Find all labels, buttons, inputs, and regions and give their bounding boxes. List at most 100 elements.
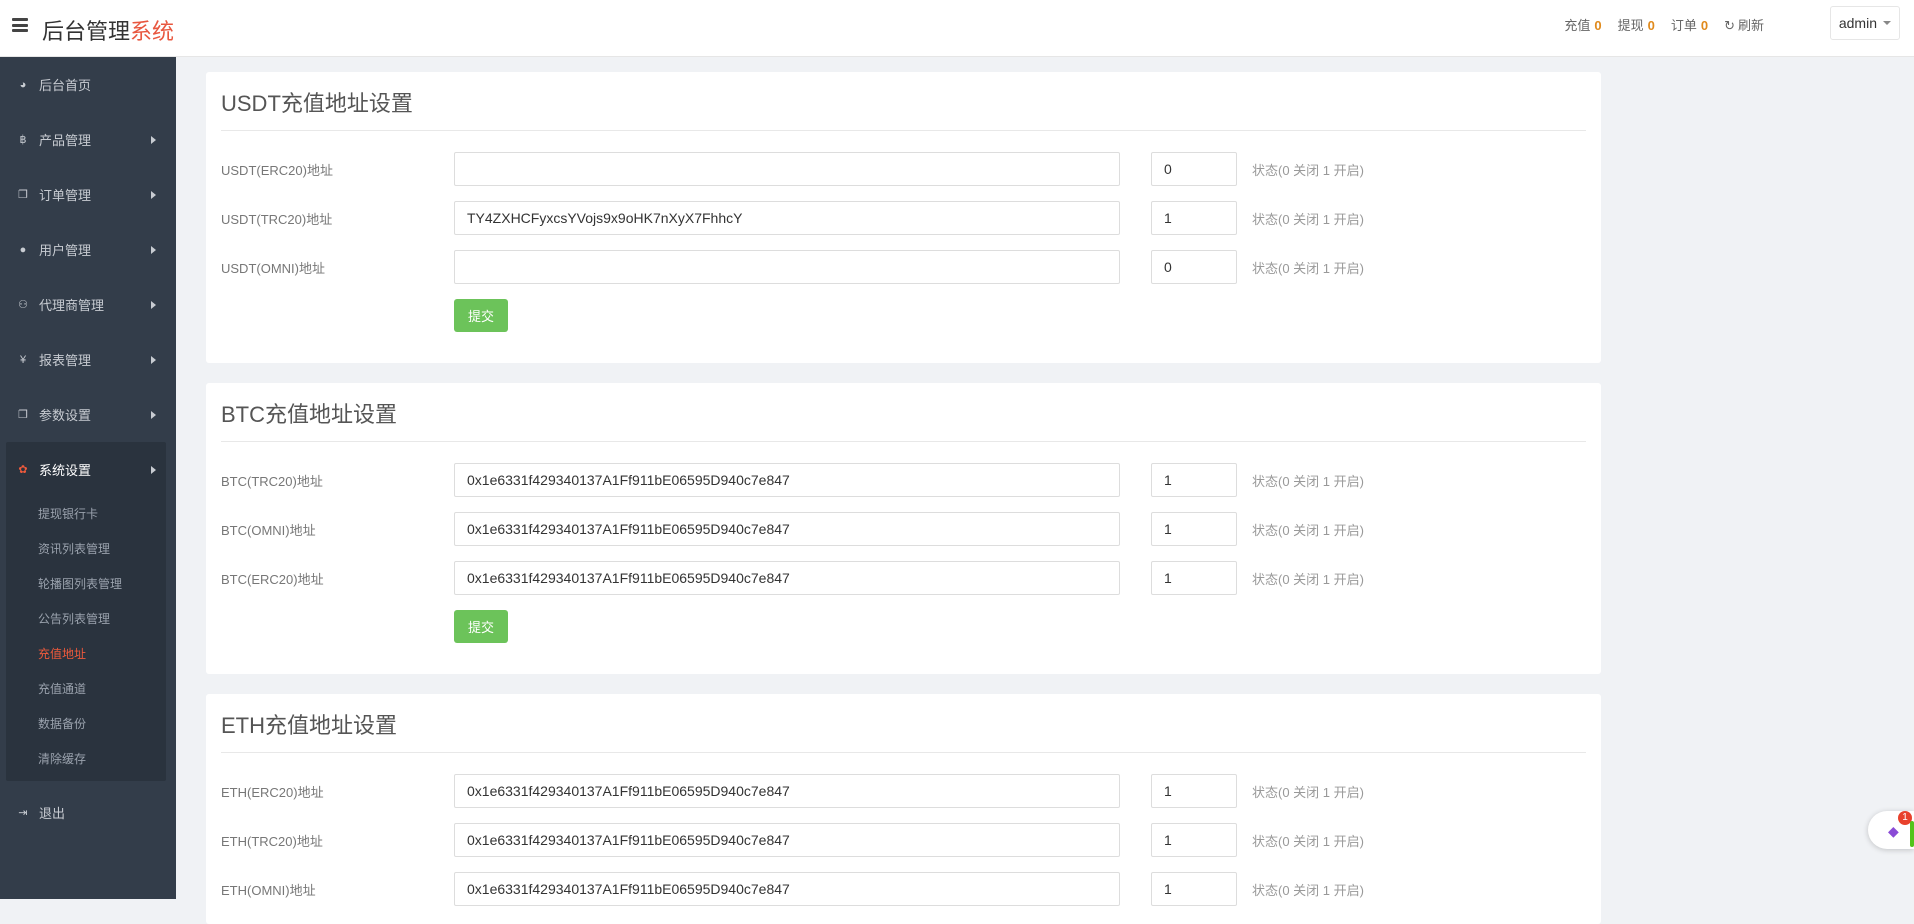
divider <box>221 441 1586 442</box>
stat-orders[interactable]: 订单 0 <box>1671 15 1708 34</box>
status-hint: 状态(0 关闭 1 开启) <box>1252 163 1364 178</box>
sidebar-item-users[interactable]: ● 用户管理 <box>0 222 176 277</box>
address-input[interactable] <box>454 872 1120 906</box>
sidebar-item-orders[interactable]: ❐ 订单管理 <box>0 167 176 222</box>
status-input[interactable] <box>1151 774 1237 808</box>
widget-indicator <box>1910 821 1914 847</box>
chevron-right-icon <box>151 191 156 199</box>
sign-out-icon: ⇥ <box>18 807 28 819</box>
sidebar-item-label: 代理商管理 <box>39 298 105 313</box>
dashboard-icon: ◕ <box>19 78 27 91</box>
submenu-item[interactable]: 提现银行卡 <box>6 497 166 532</box>
sidebar-item-label: 产品管理 <box>39 133 92 148</box>
chevron-right-icon <box>151 136 156 144</box>
address-input[interactable] <box>454 463 1120 497</box>
address-row: BTC(OMNI)地址 状态(0 关闭 1 开启) <box>206 512 1601 546</box>
submenu-item[interactable]: 资讯列表管理 <box>6 532 166 567</box>
status-hint: 状态(0 关闭 1 开启) <box>1252 834 1364 849</box>
floating-helper-widget[interactable]: ◆ 1 <box>1868 811 1914 849</box>
submit-button[interactable]: 提交 <box>454 299 508 332</box>
status-input[interactable] <box>1151 872 1237 906</box>
address-input[interactable] <box>454 250 1120 284</box>
divider <box>221 752 1586 753</box>
status-input[interactable] <box>1151 463 1237 497</box>
header-stats: 充值 0 提现 0 订单 0 ↻ 刷新 <box>1564 15 1764 34</box>
brand-title: 后台管理系统 <box>42 14 174 46</box>
address-row: ETH(OMNI)地址 状态(0 关闭 1 开启) <box>206 872 1601 906</box>
address-row: BTC(ERC20)地址 状态(0 关闭 1 开启) <box>206 561 1601 595</box>
status-input[interactable] <box>1151 201 1237 235</box>
section-title: ETH充值地址设置 <box>221 713 398 738</box>
sidebar-item-system-settings[interactable]: ✿ 系统设置 <box>6 442 166 497</box>
section-title: USDT充值地址设置 <box>221 91 413 116</box>
submenu-item[interactable]: 公告列表管理 <box>6 602 166 637</box>
sidebar-item-label: 用户管理 <box>39 243 92 258</box>
address-row: USDT(OMNI)地址 状态(0 关闭 1 开启) <box>206 250 1601 284</box>
menu-toggle-icon[interactable] <box>12 18 28 32</box>
sidebar-item-products[interactable]: ฿ 产品管理 <box>0 112 176 167</box>
top-bar: 后台管理系统 充值 0 提现 0 订单 0 ↻ 刷新 admin <box>0 0 1914 57</box>
address-input[interactable] <box>454 561 1120 595</box>
address-row: USDT(TRC20)地址 状态(0 关闭 1 开启) <box>206 201 1601 235</box>
chevron-right-icon <box>151 301 156 309</box>
address-row: BTC(TRC20)地址 状态(0 关闭 1 开启) <box>206 463 1601 497</box>
address-input[interactable] <box>454 823 1120 857</box>
address-input[interactable] <box>454 512 1120 546</box>
status-input[interactable] <box>1151 250 1237 284</box>
sidebar-item-label: 后台首页 <box>39 78 92 93</box>
submenu-item[interactable]: 充值通道 <box>6 672 166 707</box>
stat-recharge-label: 充值 <box>1564 18 1591 33</box>
status-input[interactable] <box>1151 512 1237 546</box>
status-input[interactable] <box>1151 823 1237 857</box>
eth-settings-card: ETH充值地址设置 ETH(ERC20)地址 状态(0 关闭 1 开启) ETH… <box>206 694 1601 924</box>
status-hint: 状态(0 关闭 1 开启) <box>1252 883 1364 898</box>
gem-icon: ◆ <box>1888 823 1899 839</box>
address-label: ETH(OMNI)地址 <box>221 883 316 898</box>
status-input[interactable] <box>1151 152 1237 186</box>
submit-button[interactable]: 提交 <box>454 610 508 643</box>
address-row: USDT(ERC20)地址 状态(0 关闭 1 开启) <box>206 152 1601 186</box>
chevron-right-icon <box>151 356 156 364</box>
address-label: ETH(TRC20)地址 <box>221 834 323 849</box>
user-name: admin <box>1838 15 1877 31</box>
sidebar-item-label: 退出 <box>39 806 66 821</box>
brand-accent: 系统 <box>130 19 175 44</box>
user-icon: ● <box>19 243 27 256</box>
chevron-right-icon <box>151 411 156 419</box>
stat-recharge[interactable]: 充值 0 <box>1564 15 1601 34</box>
status-hint: 状态(0 关闭 1 开启) <box>1252 785 1364 800</box>
sidebar-item-label: 订单管理 <box>39 188 92 203</box>
address-input[interactable] <box>454 201 1120 235</box>
stat-withdraw[interactable]: 提现 0 <box>1618 15 1655 34</box>
status-hint: 状态(0 关闭 1 开启) <box>1252 572 1364 587</box>
stat-withdraw-count: 0 <box>1647 18 1655 33</box>
address-input[interactable] <box>454 152 1120 186</box>
refresh-button[interactable]: ↻ 刷新 <box>1724 15 1764 34</box>
chevron-right-icon <box>151 246 156 254</box>
sidebar-submenu: 提现银行卡 资讯列表管理 轮播图列表管理 公告列表管理 充值地址 充值通道 数据… <box>6 497 166 781</box>
submenu-item-active[interactable]: 充值地址 <box>6 637 166 672</box>
bitcoin-icon: ฿ <box>19 134 27 146</box>
copy-icon: ❐ <box>18 189 28 201</box>
stat-orders-label: 订单 <box>1670 18 1697 33</box>
status-input[interactable] <box>1151 561 1237 595</box>
submenu-item[interactable]: 数据备份 <box>6 707 166 742</box>
address-label: USDT(TRC20)地址 <box>221 212 333 227</box>
btc-settings-card: BTC充值地址设置 BTC(TRC20)地址 状态(0 关闭 1 开启) BTC… <box>206 383 1601 674</box>
refresh-label: 刷新 <box>1737 18 1764 33</box>
status-hint: 状态(0 关闭 1 开启) <box>1252 523 1364 538</box>
sidebar-item-params[interactable]: ❐ 参数设置 <box>0 387 176 442</box>
section-title: BTC充值地址设置 <box>221 402 398 427</box>
address-input[interactable] <box>454 774 1120 808</box>
user-menu-button[interactable]: admin <box>1829 6 1900 40</box>
sidebar-item-logout[interactable]: ⇥ 退出 <box>0 785 176 840</box>
sidebar-item-reports[interactable]: ¥ 报表管理 <box>0 332 176 387</box>
sidebar-item-label: 系统设置 <box>39 463 92 478</box>
stat-recharge-count: 0 <box>1594 18 1602 33</box>
status-hint: 状态(0 关闭 1 开启) <box>1252 212 1364 227</box>
yen-icon: ¥ <box>19 353 27 366</box>
submenu-item[interactable]: 轮播图列表管理 <box>6 567 166 602</box>
sidebar-item-agents[interactable]: ⚇ 代理商管理 <box>0 277 176 332</box>
sidebar-item-home[interactable]: ◕ 后台首页 <box>0 57 176 112</box>
submenu-item[interactable]: 清除缓存 <box>6 742 166 777</box>
